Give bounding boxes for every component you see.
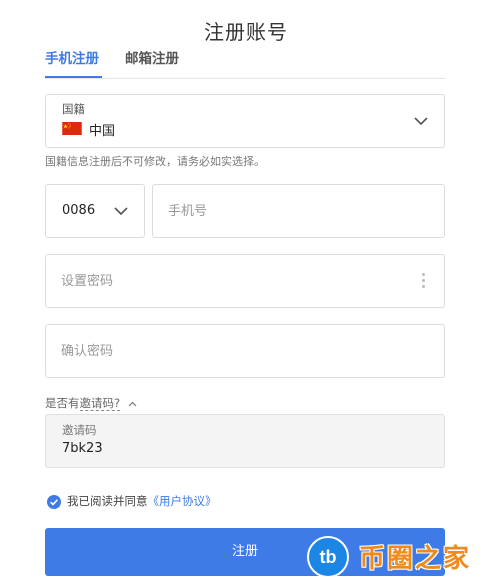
- more-options-icon[interactable]: [422, 273, 426, 291]
- chevron-up-icon: [128, 401, 137, 406]
- nationality-value: 中国: [89, 124, 116, 139]
- page-title: 注册账号: [204, 20, 288, 44]
- nationality-select[interactable]: 国籍 中国: [45, 94, 445, 148]
- chevron-down-icon: [114, 207, 128, 216]
- watermark-logo: tb: [307, 536, 349, 578]
- confirm-password-input[interactable]: [61, 325, 311, 377]
- invite-code-toggle[interactable]: 是否有邀请码?: [45, 395, 137, 411]
- invite-toggle-prefix: 是否有: [45, 396, 80, 410]
- invite-code-value: 7bk23: [62, 441, 103, 456]
- china-flag-icon: [62, 122, 82, 135]
- tab-phone-register[interactable]: 手机注册: [45, 50, 102, 78]
- phone-input[interactable]: [168, 185, 418, 237]
- invite-code-label: 邀请码: [62, 423, 97, 437]
- chevron-down-icon: [414, 117, 428, 126]
- nationality-hint: 国籍信息注册后不可修改，请务必如实选择。: [45, 155, 265, 168]
- invite-toggle-link[interactable]: 邀请码?: [79, 396, 121, 411]
- password-field-container: [45, 254, 445, 308]
- confirm-password-field-container: [45, 324, 445, 378]
- user-agreement-link[interactable]: 《用户协议》: [148, 494, 217, 508]
- password-input[interactable]: [61, 255, 311, 307]
- invite-code-field[interactable]: 邀请码 7bk23: [45, 414, 445, 468]
- nationality-label: 国籍: [62, 102, 85, 116]
- checkbox-checked-icon[interactable]: [47, 494, 61, 509]
- country-code-value: 0086: [62, 203, 96, 218]
- country-code-select[interactable]: 0086: [45, 184, 145, 238]
- register-tabs: 手机注册 邮箱注册: [45, 50, 445, 79]
- tab-email-register[interactable]: 邮箱注册: [125, 50, 179, 76]
- watermark-text: 币圈之家: [359, 544, 472, 574]
- agreement-checkbox[interactable]: 我已阅读并同意《用户协议》: [47, 493, 217, 509]
- site-watermark: tb 币圈之家: [307, 534, 487, 578]
- agreement-text: 我已阅读并同意: [67, 494, 148, 508]
- phone-field-container: [152, 184, 445, 238]
- register-page: 注册账号 手机注册 邮箱注册 国籍 中国 国籍信息注册后不可修改，请务必如实选择…: [0, 0, 492, 579]
